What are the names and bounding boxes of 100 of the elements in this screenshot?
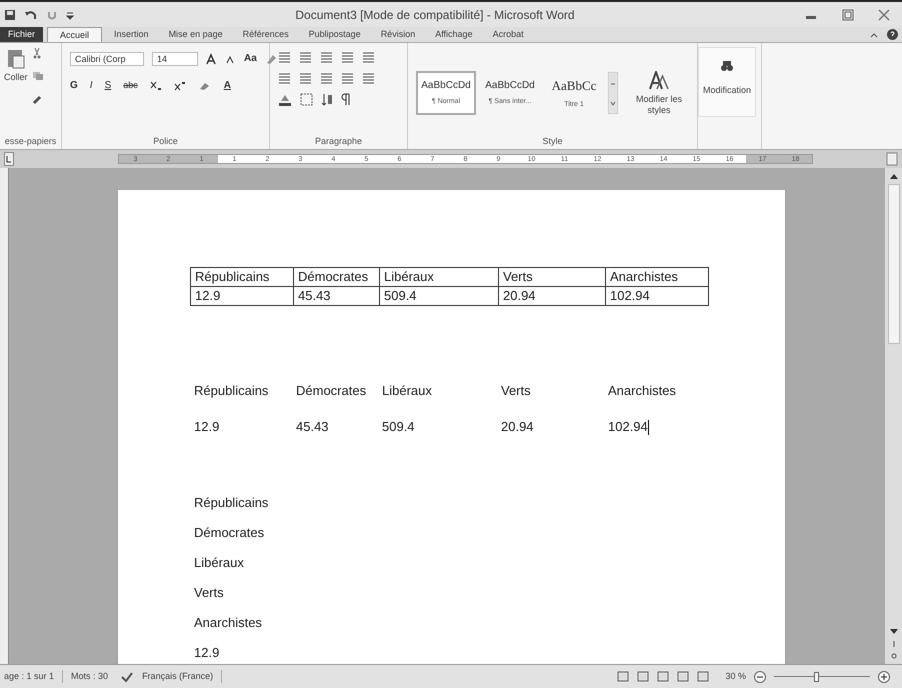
ribbon-tab[interactable]: Mise en page — [160, 27, 231, 42]
clipboard-icon — [6, 47, 25, 69]
numbering-icon[interactable] — [299, 51, 312, 64]
document-text: 509.4 — [382, 418, 415, 436]
group-label: Style — [541, 135, 564, 148]
table-cell: Anarchistes — [605, 268, 708, 286]
document-text: 20.94 — [501, 418, 534, 436]
help-icon[interactable] — [887, 29, 898, 40]
next-page-icon[interactable] — [888, 652, 898, 660]
document-text: Anarchistes — [194, 614, 262, 632]
table-cell: 20.94 — [498, 287, 605, 305]
document-text: Libéraux — [382, 382, 432, 400]
sort-icon[interactable] — [321, 93, 333, 106]
binoculars-icon — [720, 60, 734, 72]
style-preview: AaBbCcDd — [485, 79, 535, 94]
group-label: esse-papiers — [4, 135, 58, 148]
editing-button[interactable]: Modification — [698, 47, 756, 117]
line-spacing-icon[interactable] — [362, 72, 375, 85]
table-cell: Libéraux — [379, 268, 498, 286]
group-label: Paragraphe — [314, 135, 364, 148]
align-center-icon[interactable] — [299, 72, 312, 85]
shrink-font-icon[interactable] — [226, 54, 236, 64]
cut-icon[interactable] — [32, 47, 42, 59]
table-cell-text: 12.9 — [194, 287, 222, 305]
language-status[interactable]: Français (France) — [142, 670, 222, 684]
scrollbar-thumb[interactable] — [888, 184, 900, 344]
zoom-out-icon[interactable] — [754, 670, 766, 682]
strikethrough-button[interactable]: abc — [123, 78, 138, 92]
page-count[interactable]: age : 1 sur 1 — [4, 670, 54, 684]
ribbon-tab[interactable]: Références — [234, 27, 297, 42]
text-cursor — [648, 420, 649, 434]
ribbon-tab[interactable]: Acrobat — [484, 27, 532, 42]
font-name-field[interactable]: Calibri (Corp — [70, 52, 144, 66]
paste-button[interactable]: Coller — [4, 47, 28, 84]
undo-icon[interactable] — [24, 8, 38, 20]
table-cell: Démocrates — [293, 268, 379, 286]
format-painter-icon[interactable] — [32, 93, 44, 105]
slider-thumb[interactable] — [814, 672, 820, 682]
justify-icon[interactable] — [341, 72, 354, 85]
document-text: Démocrates — [296, 382, 366, 400]
document-text: Démocrates — [194, 524, 264, 542]
group-label: Police — [152, 135, 179, 148]
bold-button[interactable]: G — [70, 78, 78, 93]
copy-icon[interactable] — [32, 71, 44, 81]
align-left-icon[interactable] — [278, 72, 291, 85]
save-icon[interactable] — [4, 8, 16, 20]
shading-icon[interactable] — [278, 93, 292, 106]
grow-font-icon[interactable] — [206, 52, 218, 64]
document-text: 12.9 — [194, 644, 220, 662]
align-right-icon[interactable] — [320, 72, 333, 85]
font-size-field[interactable]: 14 — [152, 52, 198, 66]
table-cell-text: Républicains — [194, 268, 270, 286]
pilcrow-icon[interactable] — [341, 93, 351, 106]
table-cell: Verts — [498, 268, 605, 286]
change-styles-button[interactable]: Modifier les styles — [630, 70, 688, 116]
vertical-scrollbar[interactable] — [884, 168, 902, 664]
change-case-button[interactable]: Aa — [244, 51, 257, 66]
underline-button[interactable]: S — [104, 78, 112, 93]
subscript-icon[interactable] — [150, 80, 162, 90]
ribbon-tab[interactable]: Accueil — [47, 27, 102, 42]
superscript-icon[interactable] — [174, 80, 186, 90]
zoom-in-icon[interactable] — [878, 670, 890, 682]
zoom-level[interactable]: 30 % — [725, 670, 746, 684]
document-text: Libéraux — [194, 554, 244, 572]
file-tab[interactable]: Fichier — [0, 27, 44, 42]
web-layout-icon[interactable] — [657, 671, 670, 682]
table-cell: 45.43 — [293, 287, 379, 305]
print-layout-icon[interactable] — [617, 671, 630, 682]
scroll-down-icon[interactable] — [888, 628, 898, 636]
increase-indent-icon[interactable] — [362, 51, 375, 64]
ribbon-tab[interactable]: Affichage — [427, 27, 481, 42]
borders-icon[interactable] — [300, 93, 313, 106]
ribbon-tab[interactable]: Insertion — [106, 27, 157, 42]
draft-icon[interactable] — [697, 671, 710, 682]
scroll-up-icon[interactable] — [888, 172, 898, 180]
document-text: 12.9 — [194, 418, 220, 436]
document-text: 45.43 — [296, 418, 329, 436]
maximize-icon[interactable] — [842, 8, 854, 20]
document-text: 102.94 — [608, 418, 648, 436]
ribbon-tab[interactable]: Publipostage — [300, 27, 369, 42]
window-title: Document3 [Mode de compatibilité] - Microsoft Word — [294, 6, 576, 24]
document-text: Républicains — [194, 494, 268, 512]
outline-icon[interactable] — [677, 671, 690, 682]
proofing-icon[interactable] — [120, 670, 134, 682]
table-cell: 102.94 — [605, 287, 708, 305]
document-text: Verts — [501, 382, 531, 400]
tab-selector-icon[interactable] — [4, 152, 14, 166]
italic-button[interactable]: I — [90, 78, 93, 93]
word-count[interactable]: Mots : 30 — [62, 670, 108, 684]
font-color-button[interactable]: A — [224, 78, 231, 93]
gallery-scroll-icon[interactable] — [608, 72, 618, 114]
close-icon[interactable] — [878, 8, 890, 20]
document-text: Républicains — [194, 382, 268, 400]
full-screen-reading-icon[interactable] — [637, 671, 650, 682]
view-ruler-icon[interactable] — [886, 152, 898, 166]
ribbon-tab[interactable]: Révision — [372, 27, 424, 42]
decrease-indent-icon[interactable] — [341, 51, 354, 64]
document-text: Anarchistes — [608, 382, 676, 400]
multilevel-list-icon[interactable] — [320, 51, 333, 64]
bullets-icon[interactable] — [278, 51, 291, 64]
